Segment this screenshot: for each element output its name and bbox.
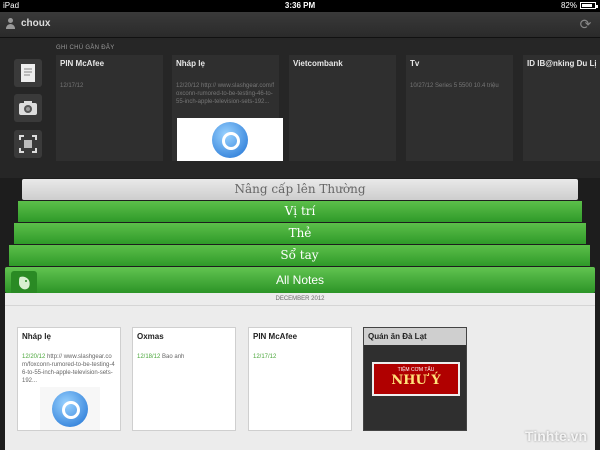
evernote-logo-icon: [11, 271, 37, 295]
recent-note-card[interactable]: Vietcombank: [289, 55, 396, 161]
username: choux: [21, 18, 51, 29]
notebooks-tab[interactable]: Sổ tay: [9, 245, 590, 266]
recent-note-card[interactable]: ID IB@nking Du Lị...: [523, 55, 600, 161]
recent-notes-label: GHI CHÚ GẦN ĐÂY: [56, 45, 115, 51]
quicktime-thumbnail: [177, 118, 283, 161]
quicktime-thumbnail: [40, 387, 100, 430]
battery-percent: 82%: [560, 1, 577, 10]
recent-note-title: Nháp lẹ: [176, 59, 205, 68]
note-card[interactable]: Nháp lẹ 12/20/12 http:// www.slashgear.c…: [17, 327, 121, 431]
document-icon: [21, 64, 35, 82]
all-notes-label: All Notes: [275, 273, 325, 287]
divider: [5, 305, 595, 306]
quicktime-icon: [52, 390, 88, 427]
recent-note-meta: 12/17/12: [60, 83, 84, 89]
places-tab[interactable]: Vị trí: [18, 201, 582, 222]
snapshot-button[interactable]: [14, 130, 42, 158]
tags-tab[interactable]: Thẻ: [14, 223, 586, 244]
recent-note-card[interactable]: Tv 10/27/12 Series 5 5500 10.4 triệu: [406, 55, 513, 161]
note-title: Quán ăn Đà Lạt: [364, 328, 466, 345]
note-card[interactable]: Quán ăn Đà Lạt TIỆM CƠM TẤU NHƯ Ý: [363, 327, 467, 431]
top-bar: choux ⟳: [0, 12, 600, 38]
recent-note-meta: 10/27/12 Series 5 5500 10.4 triệu: [410, 83, 499, 89]
note-title: PIN McAfee: [253, 332, 298, 341]
battery-status: 82%: [560, 1, 598, 10]
new-text-note-button[interactable]: [14, 59, 42, 87]
recent-note-title: Vietcombank: [293, 59, 343, 68]
note-card[interactable]: PIN McAfee 12/17/12: [248, 327, 352, 431]
watermark: Tinhte.vn: [525, 428, 587, 444]
battery-icon: [580, 2, 598, 9]
camera-icon: [19, 101, 37, 115]
snapshot-icon: [19, 135, 37, 153]
quicktime-icon: [212, 121, 248, 158]
restaurant-sign-image: TIỆM CƠM TẤU NHƯ Ý: [372, 362, 460, 396]
upgrade-premium-button[interactable]: Nâng cấp lên Thường: [22, 179, 578, 200]
sign-main-text: NHƯ Ý: [391, 373, 441, 388]
note-meta: 12/17/12: [253, 353, 347, 361]
note-date: 12/20/12: [22, 354, 46, 360]
recent-note-card[interactable]: Nháp lẹ 12/20/12 http:// www.slashgear.c…: [172, 55, 283, 161]
recent-note-title: PIN McAfee: [60, 59, 105, 68]
status-bar: iPad 3:36 PM 82%: [0, 0, 600, 12]
recent-note-meta: 12/20/12 http:// www.slashgear.com/foxco…: [176, 83, 275, 105]
note-title: Nháp lẹ: [22, 332, 51, 341]
clock: 3:36 PM: [284, 1, 316, 10]
note-date: 12/18/12: [137, 354, 161, 360]
recent-note-card[interactable]: PIN McAfee 12/17/12: [56, 55, 163, 161]
note-snippet: Bao anh: [162, 354, 185, 360]
note-date: 12/17/12: [253, 354, 277, 360]
account-button[interactable]: choux: [5, 18, 50, 29]
sync-icon[interactable]: ⟳: [578, 17, 593, 32]
recent-notes-panel: GHI CHÚ GẦN ĐÂY PIN McAfee 12/17/12 Nháp…: [0, 38, 600, 178]
note-meta: 12/20/12 http:// www.slashgear.com/foxco…: [22, 353, 116, 385]
camera-button[interactable]: [14, 94, 42, 122]
note-meta: 12/18/12 Bao anh: [137, 353, 231, 361]
note-card[interactable]: Oxmas 12/18/12 Bao anh: [132, 327, 236, 431]
recent-note-title: ID IB@nking Du Lị...: [527, 59, 596, 68]
notes-list: DECEMBER 2012 Nháp lẹ 12/20/12 http:// w…: [5, 293, 595, 450]
user-icon: [5, 18, 16, 29]
recent-note-title: Tv: [410, 59, 420, 68]
note-title: Oxmas: [137, 332, 164, 341]
all-notes-tab[interactable]: All Notes: [5, 267, 595, 295]
month-header: DECEMBER 2012: [275, 296, 325, 302]
